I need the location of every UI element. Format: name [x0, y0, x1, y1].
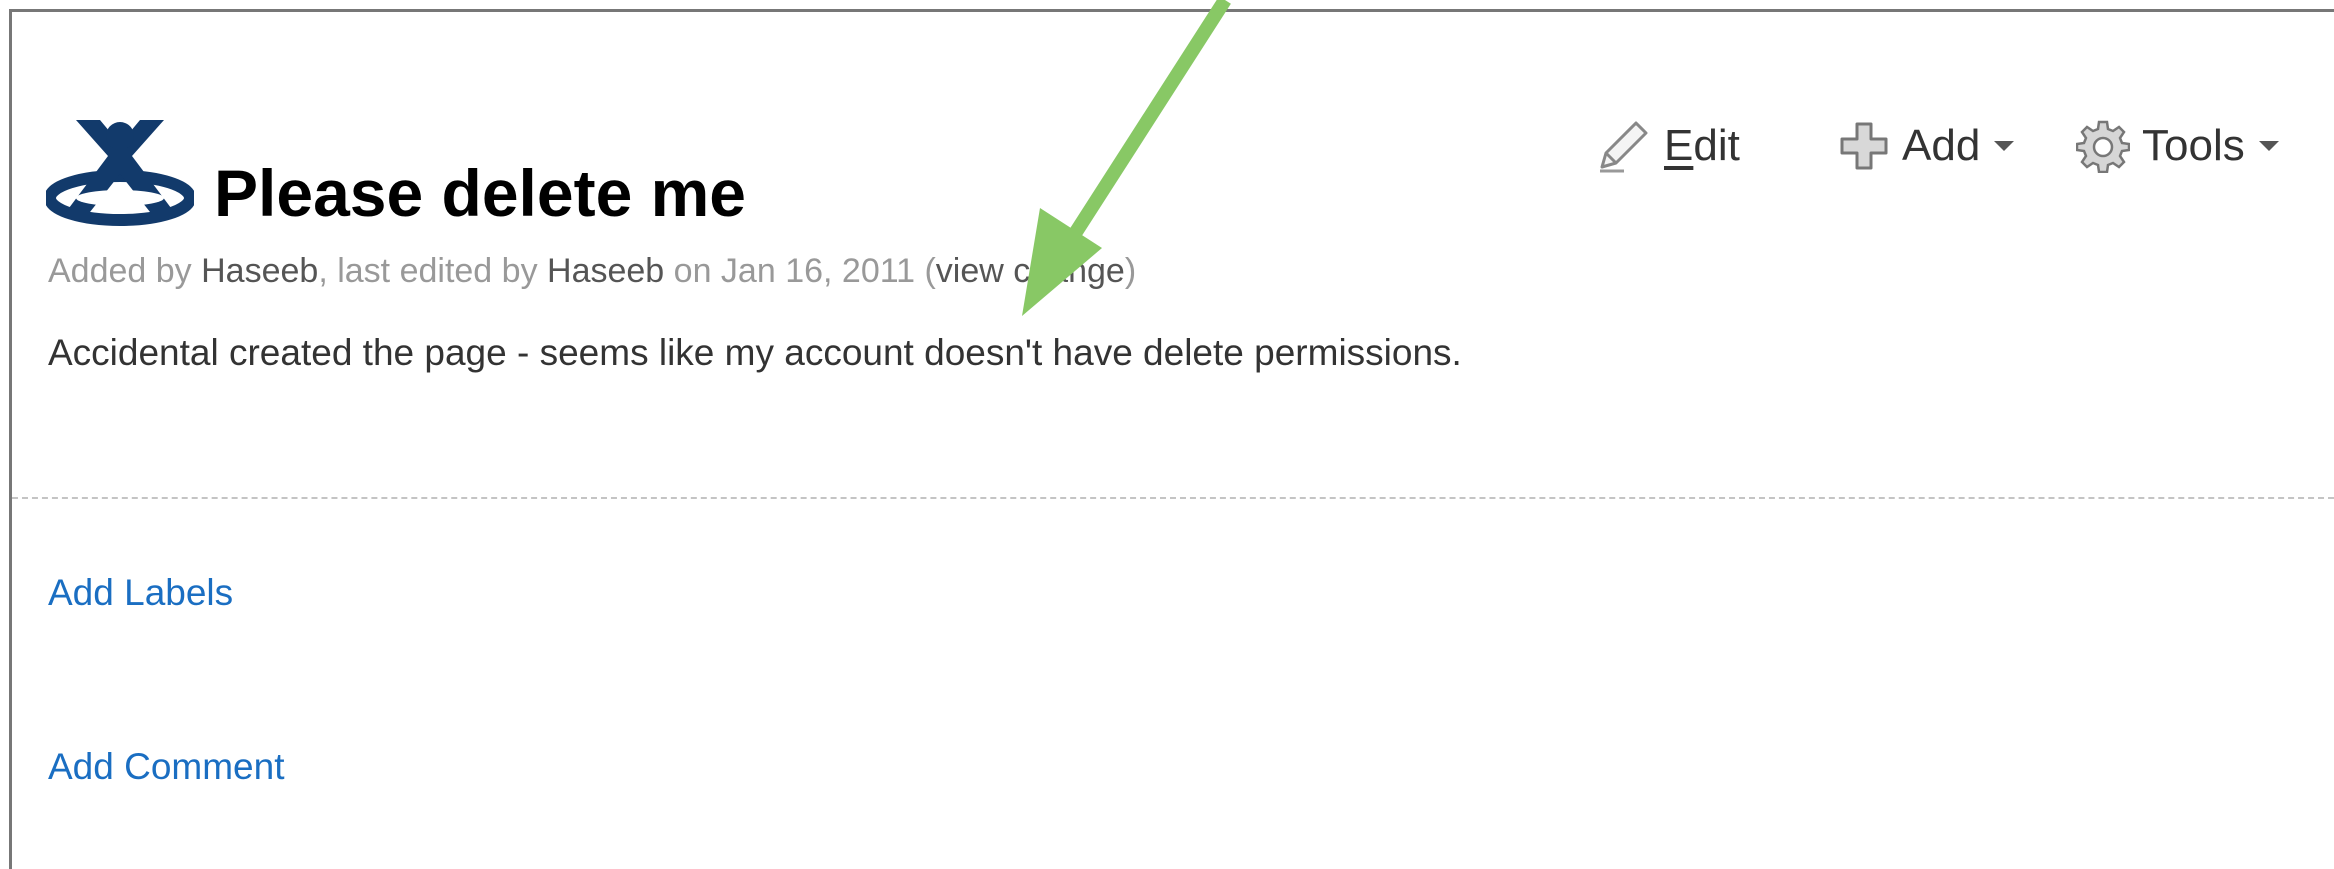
add-menu-button[interactable]: Add [1838, 118, 2015, 174]
tools-label: Tools [2142, 121, 2245, 170]
byline-close-paren: ) [1124, 252, 1137, 290]
gear-icon [2076, 120, 2130, 173]
page-body-text: Accidental created the page - seems like… [48, 332, 1462, 373]
caret-down-icon [2258, 141, 2279, 151]
confluence-logo-icon [46, 120, 194, 226]
plus-icon [1840, 122, 1888, 170]
page-byline: Added by Haseeb, last edited by Haseeb o… [48, 254, 1136, 288]
byline-date: on Jan 16, 2011 ( [664, 252, 936, 290]
byline-edited-prefix: , last edited by [318, 252, 548, 290]
page-title: Please delete me [214, 156, 746, 230]
edit-accesskey: E [1664, 121, 1694, 170]
tools-menu-button[interactable]: Tools [2076, 118, 2279, 174]
edit-label-rest: dit [1693, 121, 1740, 170]
edit-label: Edit [1664, 121, 1740, 171]
add-labels-link[interactable]: Add Labels [48, 574, 233, 611]
view-change-link[interactable]: view change [936, 252, 1125, 290]
add-label: Add [1902, 121, 1981, 170]
edit-button[interactable]: Edit [1594, 118, 1740, 174]
editor-link[interactable]: Haseeb [547, 252, 664, 290]
author-link[interactable]: Haseeb [201, 252, 318, 290]
caret-down-icon [1994, 141, 2015, 151]
byline-added-prefix: Added by [48, 252, 202, 290]
add-comment-link[interactable]: Add Comment [48, 748, 285, 785]
section-divider [12, 497, 2334, 499]
pencil-icon [1600, 121, 1648, 173]
